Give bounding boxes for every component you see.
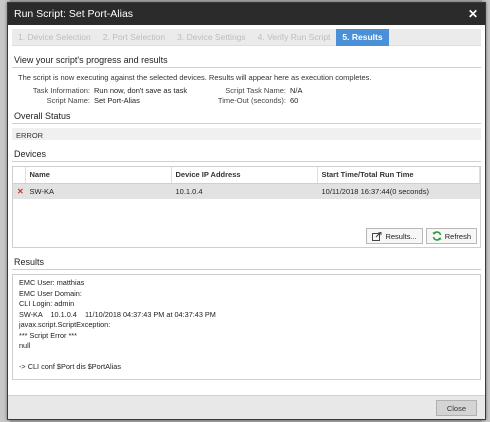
overall-status-section: Overall Status [12,108,481,124]
result-line: CLI Login: admin [19,299,75,308]
result-line: EMC User: matthias [19,278,85,287]
result-line: -> CLI conf $Port dis $PortAlias [19,362,121,371]
refresh-button[interactable]: Refresh [425,228,477,244]
device-time-cell: 10/11/2018 16:37:44(0 seconds) [317,183,480,199]
step-device-selection[interactable]: 1. Device Selection [12,29,97,46]
close-icon[interactable]: ✕ [468,7,478,21]
device-ip-cell: 10.1.0.4 [171,183,317,199]
devices-table-container: Name Device IP Address Start Time/Total … [12,166,481,248]
timeout-label: Time-Out (seconds): [217,96,286,105]
dialog-titlebar: Run Script: Set Port-Alias ✕ [8,3,485,25]
step-results[interactable]: 5. Results [336,28,389,46]
results-output: EMC User: matthias EMC User Domain: CLI … [12,274,481,380]
devices-section: Devices [12,146,481,162]
close-button[interactable]: Close [435,400,477,416]
task-info-value: Run now, don't save as task [94,86,188,95]
result-line: javax.script.ScriptException: [19,320,111,329]
results-button[interactable]: Results... [366,228,423,244]
progress-title: View your script's progress and results [12,52,481,68]
column-status[interactable] [13,167,26,184]
run-script-dialog: Run Script: Set Port-Alias ✕ 1. Device S… [7,2,486,420]
dialog-footer: Close [8,395,485,419]
external-link-icon [372,231,382,241]
script-name-label: Script Name: [46,96,90,105]
result-line: null [19,341,31,350]
timeout-value: 60 [290,96,299,105]
overall-status-title: Overall Status [12,108,481,124]
step-port-selection[interactable]: 2. Port Selection [97,29,171,46]
task-name-value: N/A [290,86,303,95]
table-row[interactable]: ✕ SW-KA 10.1.0.4 10/11/2018 16:37:44(0 s… [13,183,480,199]
refresh-button-label: Refresh [444,231,471,241]
result-line: EMC User Domain: [19,288,82,298]
task-name-label: Script Task Name: [225,86,286,95]
column-time[interactable]: Start Time/Total Run Time [317,167,480,184]
devices-table: Name Device IP Address Start Time/Total … [13,167,480,199]
step-device-settings[interactable]: 3. Device Settings [171,29,252,46]
column-ip[interactable]: Device IP Address [171,167,318,184]
task-info-label: Task Information: [32,86,90,95]
script-info: Task Information: Run now, don't save as… [12,86,481,108]
results-title: Results [12,254,481,270]
result-line: *** Script Error *** [19,330,77,340]
overall-status-value: ERROR [12,128,481,140]
wizard-steps: 1. Device Selection 2. Port Selection 3.… [12,28,481,46]
device-actions: Results... Refresh [366,228,477,244]
dialog-title: Run Script: Set Port-Alias [14,8,134,20]
refresh-icon [432,231,442,241]
devices-title: Devices [12,146,481,162]
step-verify-run-script[interactable]: 4. Verify Run Script [252,29,337,46]
results-button-label: Results... [385,231,417,241]
results-section: Results [12,254,481,270]
progress-section: View your script's progress and results … [12,52,481,108]
result-line: SW-KA 10.1.0.4 11/10/2018 04:37:43 PM at… [19,309,216,319]
result-line [19,352,474,363]
error-icon: ✕ [17,186,24,196]
device-name-cell: SW-KA [25,183,171,199]
execution-note: The script is now executing against the … [18,73,372,82]
column-name[interactable]: Name [25,167,172,184]
script-name-value: Set Port-Alias [94,96,140,105]
